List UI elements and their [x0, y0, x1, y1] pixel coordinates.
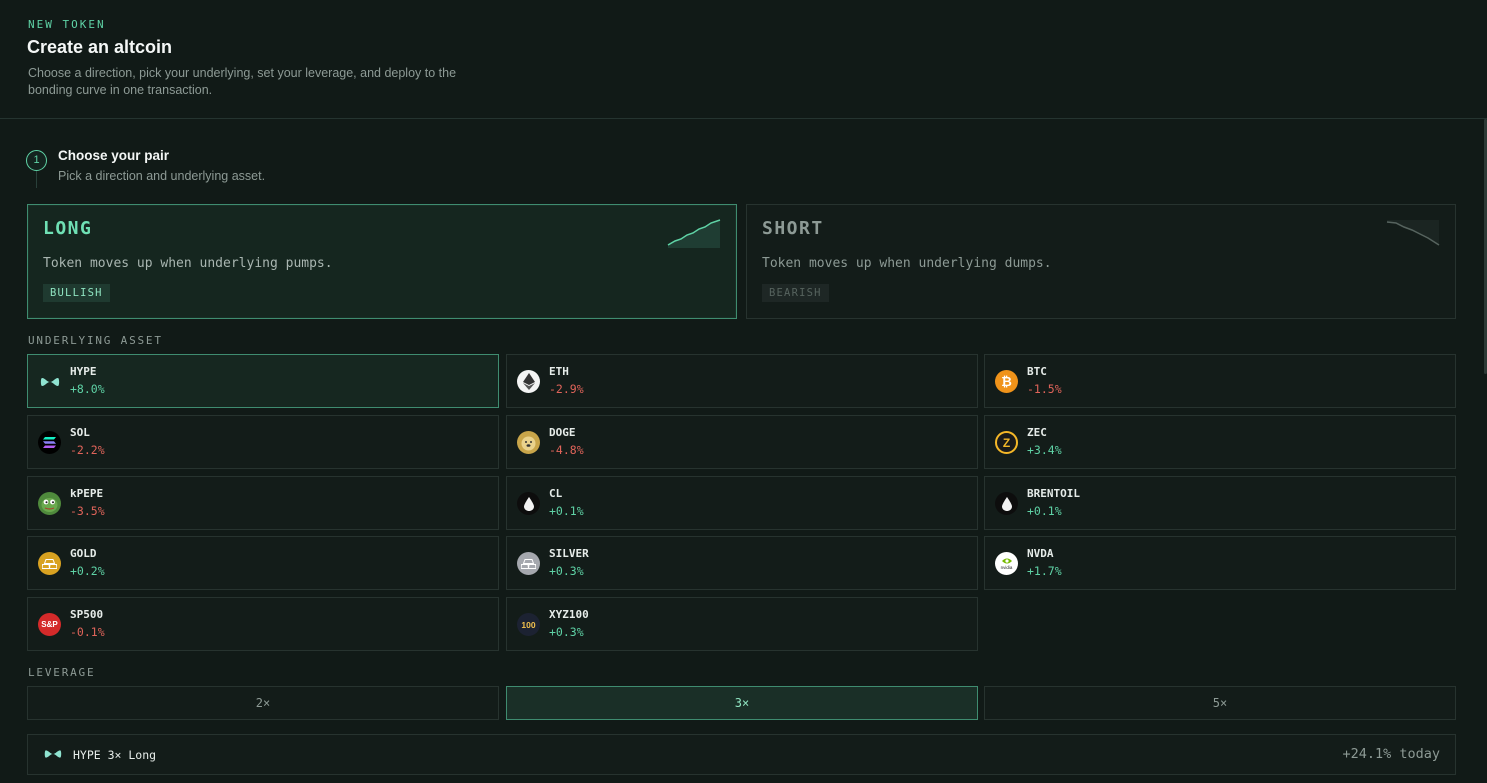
direction-title: SHORT: [762, 218, 824, 239]
direction-description: Token moves up when underlying pumps.: [43, 256, 333, 271]
asset-silver[interactable]: SILVER +0.3%: [506, 536, 978, 590]
asset-cl[interactable]: CL +0.1%: [506, 476, 978, 530]
asset-change: -4.8%: [549, 443, 584, 457]
asset-change: -3.5%: [70, 504, 105, 518]
asset-name: SOL: [70, 426, 90, 439]
step-connector: [36, 171, 37, 188]
asset-name: DOGE: [549, 426, 576, 439]
asset-nvda[interactable]: nvidia NVDA +1.7%: [984, 536, 1456, 590]
pair-summary-label: HYPE 3× Long: [73, 748, 157, 762]
step-title: Choose your pair: [58, 148, 170, 163]
direction-title: LONG: [43, 218, 93, 239]
nvidia-icon: nvidia: [995, 552, 1018, 575]
oil-drop-icon: [995, 492, 1018, 515]
asset-btc[interactable]: ₿ BTC -1.5%: [984, 354, 1456, 408]
asset-name: HYPE: [70, 365, 97, 378]
asset-name: CL: [549, 487, 563, 500]
asset-change: +8.0%: [70, 382, 105, 396]
sp500-icon: S&P: [38, 613, 61, 636]
asset-gold[interactable]: GOLD +0.2%: [27, 536, 499, 590]
underlying-asset-label: UNDERLYING ASSET: [28, 334, 163, 347]
asset-change: +0.1%: [549, 504, 584, 518]
asset-hype[interactable]: HYPE +8.0%: [27, 354, 499, 408]
asset-change: -1.5%: [1027, 382, 1062, 396]
asset-doge[interactable]: DOGE -4.8%: [506, 415, 978, 469]
asset-name: ETH: [549, 365, 569, 378]
asset-name: BTC: [1027, 365, 1047, 378]
eyebrow-label: NEW TOKEN: [28, 18, 106, 31]
asset-name: XYZ100: [549, 608, 589, 621]
bearish-badge: BEARISH: [762, 284, 829, 302]
doge-icon: [517, 431, 540, 454]
page-title: Create an altcoin: [27, 37, 173, 57]
asset-name: kPEPE: [70, 487, 104, 500]
asset-change: +0.3%: [549, 625, 584, 639]
pair-daily-change: +24.1% today: [1342, 746, 1440, 762]
uptrend-sparkline-icon: [667, 219, 721, 248]
downtrend-sparkline-icon: [1386, 220, 1440, 246]
asset-name: SILVER: [549, 547, 589, 560]
zec-icon: Z: [995, 431, 1018, 454]
asset-name: ZEC: [1027, 426, 1047, 439]
step-subtitle: Pick a direction and underlying asset.: [58, 169, 266, 183]
direction-description: Token moves up when underlying dumps.: [762, 256, 1052, 271]
page-subtitle: Choose a direction, pick your underlying…: [28, 66, 457, 97]
asset-eth[interactable]: ETH -2.9%: [506, 354, 978, 408]
asset-change: -2.9%: [549, 382, 584, 396]
asset-name: BRENTOIL: [1027, 487, 1080, 500]
asset-zec[interactable]: Z ZEC +3.4%: [984, 415, 1456, 469]
asset-name: SP500: [70, 608, 104, 621]
asset-brentoil[interactable]: BRENTOIL +0.1%: [984, 476, 1456, 530]
page-header: NEW TOKEN Create an altcoin Choose a dir…: [0, 0, 1487, 119]
bullish-badge: BULLISH: [43, 284, 110, 302]
hype-icon: [44, 747, 62, 765]
btc-icon: ₿: [995, 370, 1018, 393]
leverage-label: LEVERAGE: [28, 666, 96, 679]
asset-kpepe[interactable]: kPEPE -3.5%: [27, 476, 499, 530]
leverage-option-5x[interactable]: 5×: [984, 686, 1456, 720]
asset-change: +0.3%: [549, 564, 584, 578]
asset-name: GOLD: [70, 547, 97, 560]
nvidia-wordmark: nvidia: [1000, 565, 1013, 570]
oil-drop-icon: [517, 492, 540, 515]
asset-change: -0.1%: [70, 625, 105, 639]
pair-summary-bar: HYPE 3× Long +24.1% today: [27, 734, 1456, 775]
asset-change: +1.7%: [1027, 564, 1062, 578]
xyz100-icon: 100: [517, 613, 540, 636]
direction-short-card[interactable]: SHORT Token moves up when underlying dum…: [746, 204, 1456, 319]
sol-icon: [38, 431, 61, 454]
pepe-icon: [38, 492, 61, 515]
direction-long-card[interactable]: LONG Token moves up when underlying pump…: [27, 204, 737, 319]
asset-sol[interactable]: SOL -2.2%: [27, 415, 499, 469]
asset-change: +0.1%: [1027, 504, 1062, 518]
asset-sp500[interactable]: S&P SP500 -0.1%: [27, 597, 499, 651]
asset-change: +0.2%: [70, 564, 105, 578]
step-number-badge: 1: [26, 150, 47, 171]
asset-change: -2.2%: [70, 443, 105, 457]
eth-icon: [517, 370, 540, 393]
silver-bars-icon: [517, 552, 540, 575]
asset-xyz100[interactable]: 100 XYZ100 +0.3%: [506, 597, 978, 651]
asset-change: +3.4%: [1027, 443, 1062, 457]
asset-name: NVDA: [1027, 547, 1054, 560]
leverage-option-3x[interactable]: 3×: [506, 686, 978, 720]
hype-icon: [38, 370, 61, 393]
leverage-option-2x[interactable]: 2×: [27, 686, 499, 720]
gold-bars-icon: [38, 552, 61, 575]
